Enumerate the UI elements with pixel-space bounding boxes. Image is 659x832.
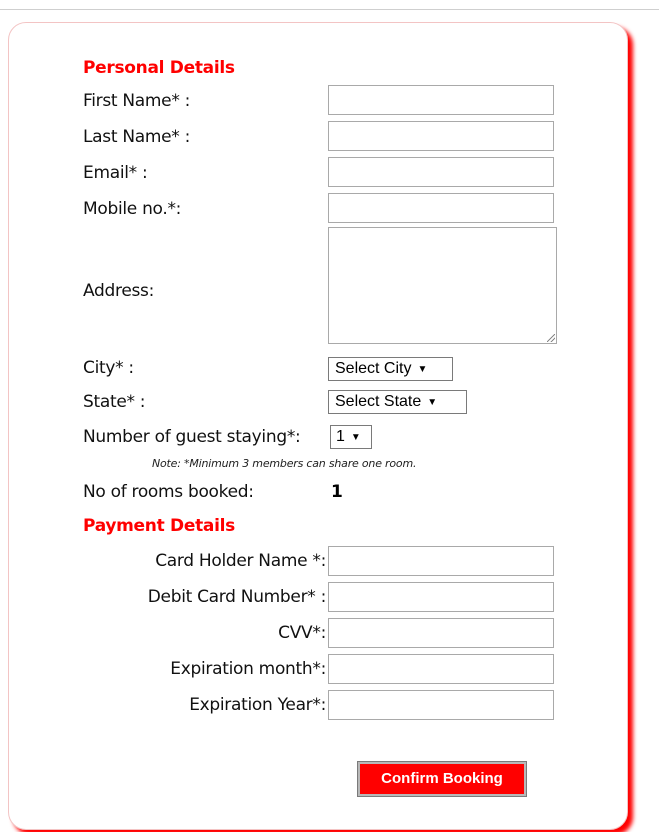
last-name-label: Last Name* :	[83, 127, 190, 147]
dropdown-arrow-icon: ▼	[417, 364, 428, 375]
card-holder-label: Card Holder Name *:	[155, 551, 326, 571]
state-select-value: Select State	[335, 393, 422, 410]
top-divider	[0, 0, 659, 10]
rooms-booked-label: No of rooms booked:	[83, 482, 254, 502]
address-textarea[interactable]	[328, 227, 557, 344]
exp-month-input[interactable]	[328, 654, 554, 684]
payment-details-heading: Payment Details	[83, 516, 235, 536]
city-label: City* :	[83, 358, 134, 378]
mobile-label: Mobile no.*:	[83, 199, 182, 219]
personal-details-heading: Personal Details	[83, 58, 235, 78]
confirm-booking-button[interactable]: Confirm Booking	[357, 761, 527, 797]
exp-year-input[interactable]	[328, 690, 554, 720]
room-sharing-note: Note: *Minimum 3 members can share one r…	[152, 457, 417, 470]
last-name-input[interactable]	[328, 121, 554, 151]
address-label: Address:	[83, 281, 155, 301]
email-label: Email* :	[83, 163, 148, 183]
card-holder-input[interactable]	[328, 546, 554, 576]
exp-year-label: Expiration Year*:	[189, 695, 326, 715]
debit-card-label: Debit Card Number* :	[147, 587, 327, 607]
resize-grip-icon[interactable]	[547, 334, 555, 342]
rooms-booked-value: 1	[331, 482, 343, 502]
first-name-label: First Name* :	[83, 91, 191, 111]
cvv-label: CVV*:	[278, 623, 326, 643]
email-input[interactable]	[328, 157, 554, 187]
city-select-value: Select City	[335, 360, 412, 377]
state-select[interactable]: Select State ▼	[328, 390, 467, 414]
guests-select-value: 1	[336, 428, 345, 445]
first-name-input[interactable]	[328, 85, 554, 115]
debit-card-input[interactable]	[328, 582, 554, 612]
city-select[interactable]: Select City ▼	[328, 357, 453, 381]
guests-label: Number of guest staying*:	[83, 427, 301, 447]
dropdown-arrow-icon: ▼	[427, 397, 438, 408]
mobile-input[interactable]	[328, 193, 554, 223]
cvv-input[interactable]	[328, 618, 554, 648]
dropdown-arrow-icon: ▼	[350, 432, 361, 443]
address-textarea-wrap	[328, 227, 557, 344]
guests-select[interactable]: 1 ▼	[330, 425, 372, 449]
exp-month-label: Expiration month*:	[170, 659, 326, 679]
state-label: State* :	[83, 392, 146, 412]
